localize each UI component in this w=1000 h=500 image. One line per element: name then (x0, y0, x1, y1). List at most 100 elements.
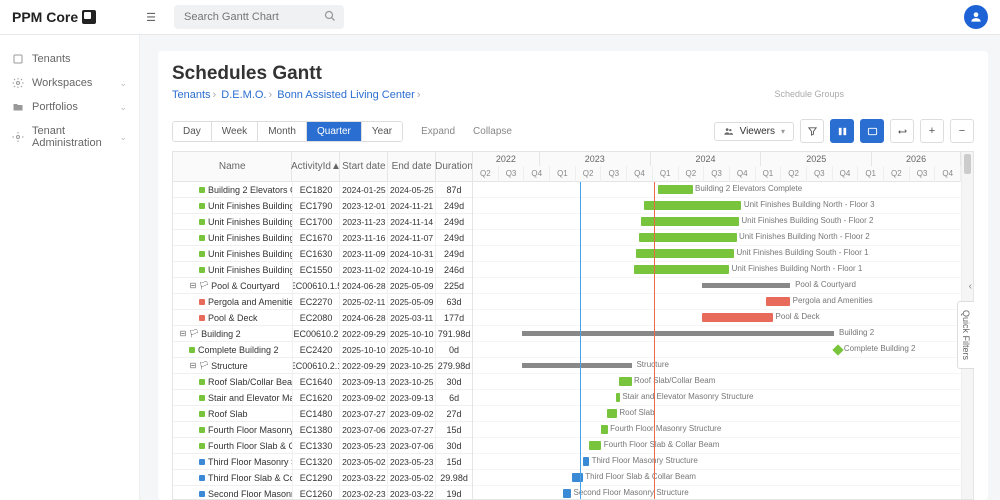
bar-label: Pergola and Amenities (793, 296, 873, 305)
logo-icon (82, 10, 96, 24)
zoom-month[interactable]: Month (258, 122, 307, 141)
grid-row[interactable]: Roof SlabEC14802023-07-272023-09-0227d (173, 406, 472, 422)
user-avatar[interactable] (964, 5, 988, 29)
breadcrumb-item[interactable]: Tenants (172, 89, 211, 101)
grid-row[interactable]: Pergola and AmenitiesEC22702025-02-11202… (173, 294, 472, 310)
summary-bar[interactable] (522, 363, 632, 368)
grid-row[interactable]: ⊟🏳StructureEC00610.2.12022-09-292023-10-… (173, 358, 472, 374)
task-marker-icon (199, 235, 205, 241)
sidebar-item-tenant-admin[interactable]: Tenant Administration ⌄ (0, 119, 139, 155)
chart-row: Third Floor Masonry Structure (473, 454, 961, 470)
expand-toggle-icon[interactable]: ⊟ (179, 329, 187, 338)
view-mode-1-button[interactable] (830, 119, 854, 143)
grid-row[interactable]: Second Floor Masonry StrEC12602023-02-23… (173, 486, 472, 499)
filter-button[interactable] (800, 119, 824, 143)
task-bar[interactable] (658, 185, 692, 194)
grid-row[interactable]: Roof Slab/Collar BeamEC16402023-09-13202… (173, 374, 472, 390)
search-input[interactable] (174, 5, 344, 29)
task-bar[interactable] (766, 297, 790, 306)
grid-row[interactable]: ⊟🏳Pool & CourtyardEC00610.1.52024-06-282… (173, 278, 472, 294)
task-bar[interactable] (619, 377, 631, 386)
breadcrumb-item[interactable]: Bonn Assisted Living Center (277, 89, 415, 101)
cell-sd: 2025-02-11 (340, 294, 388, 309)
task-marker-icon (199, 491, 205, 497)
task-bar[interactable] (641, 217, 739, 226)
task-name: Fourth Floor Masonry Stru (208, 425, 293, 435)
breadcrumb-item[interactable]: D.E.M.O. (221, 89, 266, 101)
milestone-icon[interactable] (832, 344, 843, 355)
grid-row[interactable]: Unit Finishes Building NortEC16702023-11… (173, 230, 472, 246)
col-end[interactable]: End date (388, 152, 436, 181)
task-bar[interactable] (583, 457, 589, 466)
col-duration[interactable]: Duration (436, 152, 472, 181)
quick-filters-chevron-icon[interactable]: ‹ (969, 281, 972, 292)
col-start[interactable]: Start date (340, 152, 388, 181)
bar-label: Pool & Courtyard (795, 280, 856, 289)
col-activity[interactable]: ActivityId▲ (292, 152, 340, 181)
grid-row[interactable]: Stair and Elevator MasonryEC16202023-09-… (173, 390, 472, 406)
task-bar[interactable] (563, 489, 571, 498)
flag-icon: 🏳 (189, 329, 199, 338)
grid-row[interactable]: Unit Finishes Building NortEC15502023-11… (173, 262, 472, 278)
zoom-year[interactable]: Year (362, 122, 402, 141)
cell-dur: 27d (436, 406, 472, 421)
task-bar[interactable] (616, 393, 620, 402)
expand-all[interactable]: Expand (421, 126, 455, 137)
remove-button[interactable]: − (950, 119, 974, 143)
viewers-dropdown[interactable]: Viewers ▾ (714, 122, 794, 141)
expand-toggle-icon[interactable]: ⊟ (189, 361, 197, 370)
scroll-thumb[interactable] (964, 154, 971, 174)
task-bar[interactable] (607, 409, 617, 418)
cell-dur: 246d (436, 262, 472, 277)
task-bar[interactable] (636, 249, 734, 258)
summary-bar[interactable] (522, 331, 834, 336)
chart-header: 20222023202420252026 Q2Q3Q4Q1Q2Q3Q4Q1Q2Q… (473, 152, 961, 182)
search-icon[interactable] (324, 10, 336, 25)
zoom-day[interactable]: Day (173, 122, 212, 141)
grid-row[interactable]: Fourth Floor Slab & CollarEC13302023-05-… (173, 438, 472, 454)
sidebar-item-workspaces[interactable]: Workspaces ⌄ (0, 71, 139, 95)
workspaces-icon (12, 77, 24, 89)
swap-button[interactable] (890, 119, 914, 143)
sidebar-item-portfolios[interactable]: Portfolios ⌄ (0, 95, 139, 119)
zoom-week[interactable]: Week (212, 122, 258, 141)
grid-row[interactable]: Building 2 Elevators ComplEC18202024-01-… (173, 182, 472, 198)
grid-row[interactable]: Third Floor Masonry StructEC13202023-05-… (173, 454, 472, 470)
task-bar[interactable] (634, 265, 729, 274)
sidebar: Tenants Workspaces ⌄ Portfolios ⌄ Tenant… (0, 35, 140, 500)
bar-label: Third Floor Slab & Collar Beam (585, 472, 696, 481)
grid-row[interactable]: Unit Finishes Building NortEC17902023-12… (173, 198, 472, 214)
today-line (580, 182, 581, 499)
chart-panel[interactable]: 20222023202420252026 Q2Q3Q4Q1Q2Q3Q4Q1Q2Q… (473, 152, 961, 499)
cell-sd: 2023-09-13 (340, 374, 388, 389)
sidebar-item-tenants[interactable]: Tenants (0, 47, 139, 71)
task-name: Unit Finishes Building Nort (208, 233, 293, 243)
collapse-all[interactable]: Collapse (473, 126, 512, 137)
chart-row: Unit Finishes Building North - Floor 3 (473, 198, 961, 214)
view-mode-2-button[interactable] (860, 119, 884, 143)
grid-row[interactable]: Third Floor Slab & Collar BEC12902023-03… (173, 470, 472, 486)
zoom-quarter[interactable]: Quarter (307, 122, 362, 141)
add-button[interactable]: + (920, 119, 944, 143)
sidebar-label: Workspaces (32, 77, 92, 89)
cell-dur: 177d (436, 310, 472, 325)
grid-row[interactable]: ⊟🏳Building 2EC00610.22022-09-292025-10-1… (173, 326, 472, 342)
chart-row: Second Floor Masonry Structure (473, 486, 961, 499)
menu-toggle-icon[interactable]: ☰ (146, 11, 156, 24)
chevron-down-icon: ▾ (781, 127, 785, 136)
grid-row[interactable]: Pool & DeckEC20802024-06-282025-03-11177… (173, 310, 472, 326)
task-bar[interactable] (702, 313, 773, 322)
grid-row[interactable]: Unit Finishes Building SoutEC17002023-11… (173, 214, 472, 230)
bar-label: Fourth Floor Slab & Collar Beam (604, 440, 720, 449)
grid-row[interactable]: Complete Building 2EC24202025-10-102025-… (173, 342, 472, 358)
task-name: Fourth Floor Slab & Collar (208, 441, 293, 451)
expand-toggle-icon[interactable]: ⊟ (189, 281, 197, 290)
grid-row[interactable]: Fourth Floor Masonry StruEC13802023-07-0… (173, 422, 472, 438)
task-bar[interactable] (644, 201, 742, 210)
grid-row[interactable]: Unit Finishes Building SoutEC16302023-11… (173, 246, 472, 262)
col-name[interactable]: Name (173, 152, 292, 181)
summary-bar[interactable] (702, 283, 790, 288)
task-bar[interactable] (589, 441, 601, 450)
task-bar[interactable] (601, 425, 607, 434)
quick-filters-toggle[interactable]: Quick Filters (957, 301, 974, 369)
